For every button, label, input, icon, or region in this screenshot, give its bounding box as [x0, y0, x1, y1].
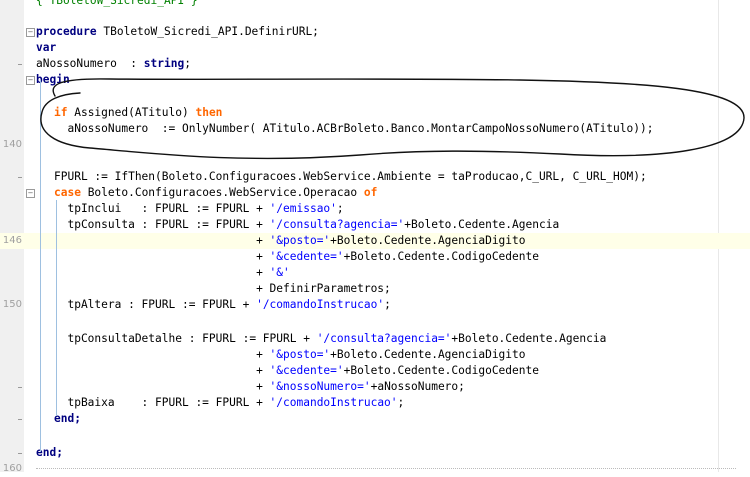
- code-editor[interactable]: { TBoletoW_Sicredi_API } − procedure TBo…: [0, 0, 750, 474]
- handdrawn-annotation-ellipse: [40, 78, 745, 160]
